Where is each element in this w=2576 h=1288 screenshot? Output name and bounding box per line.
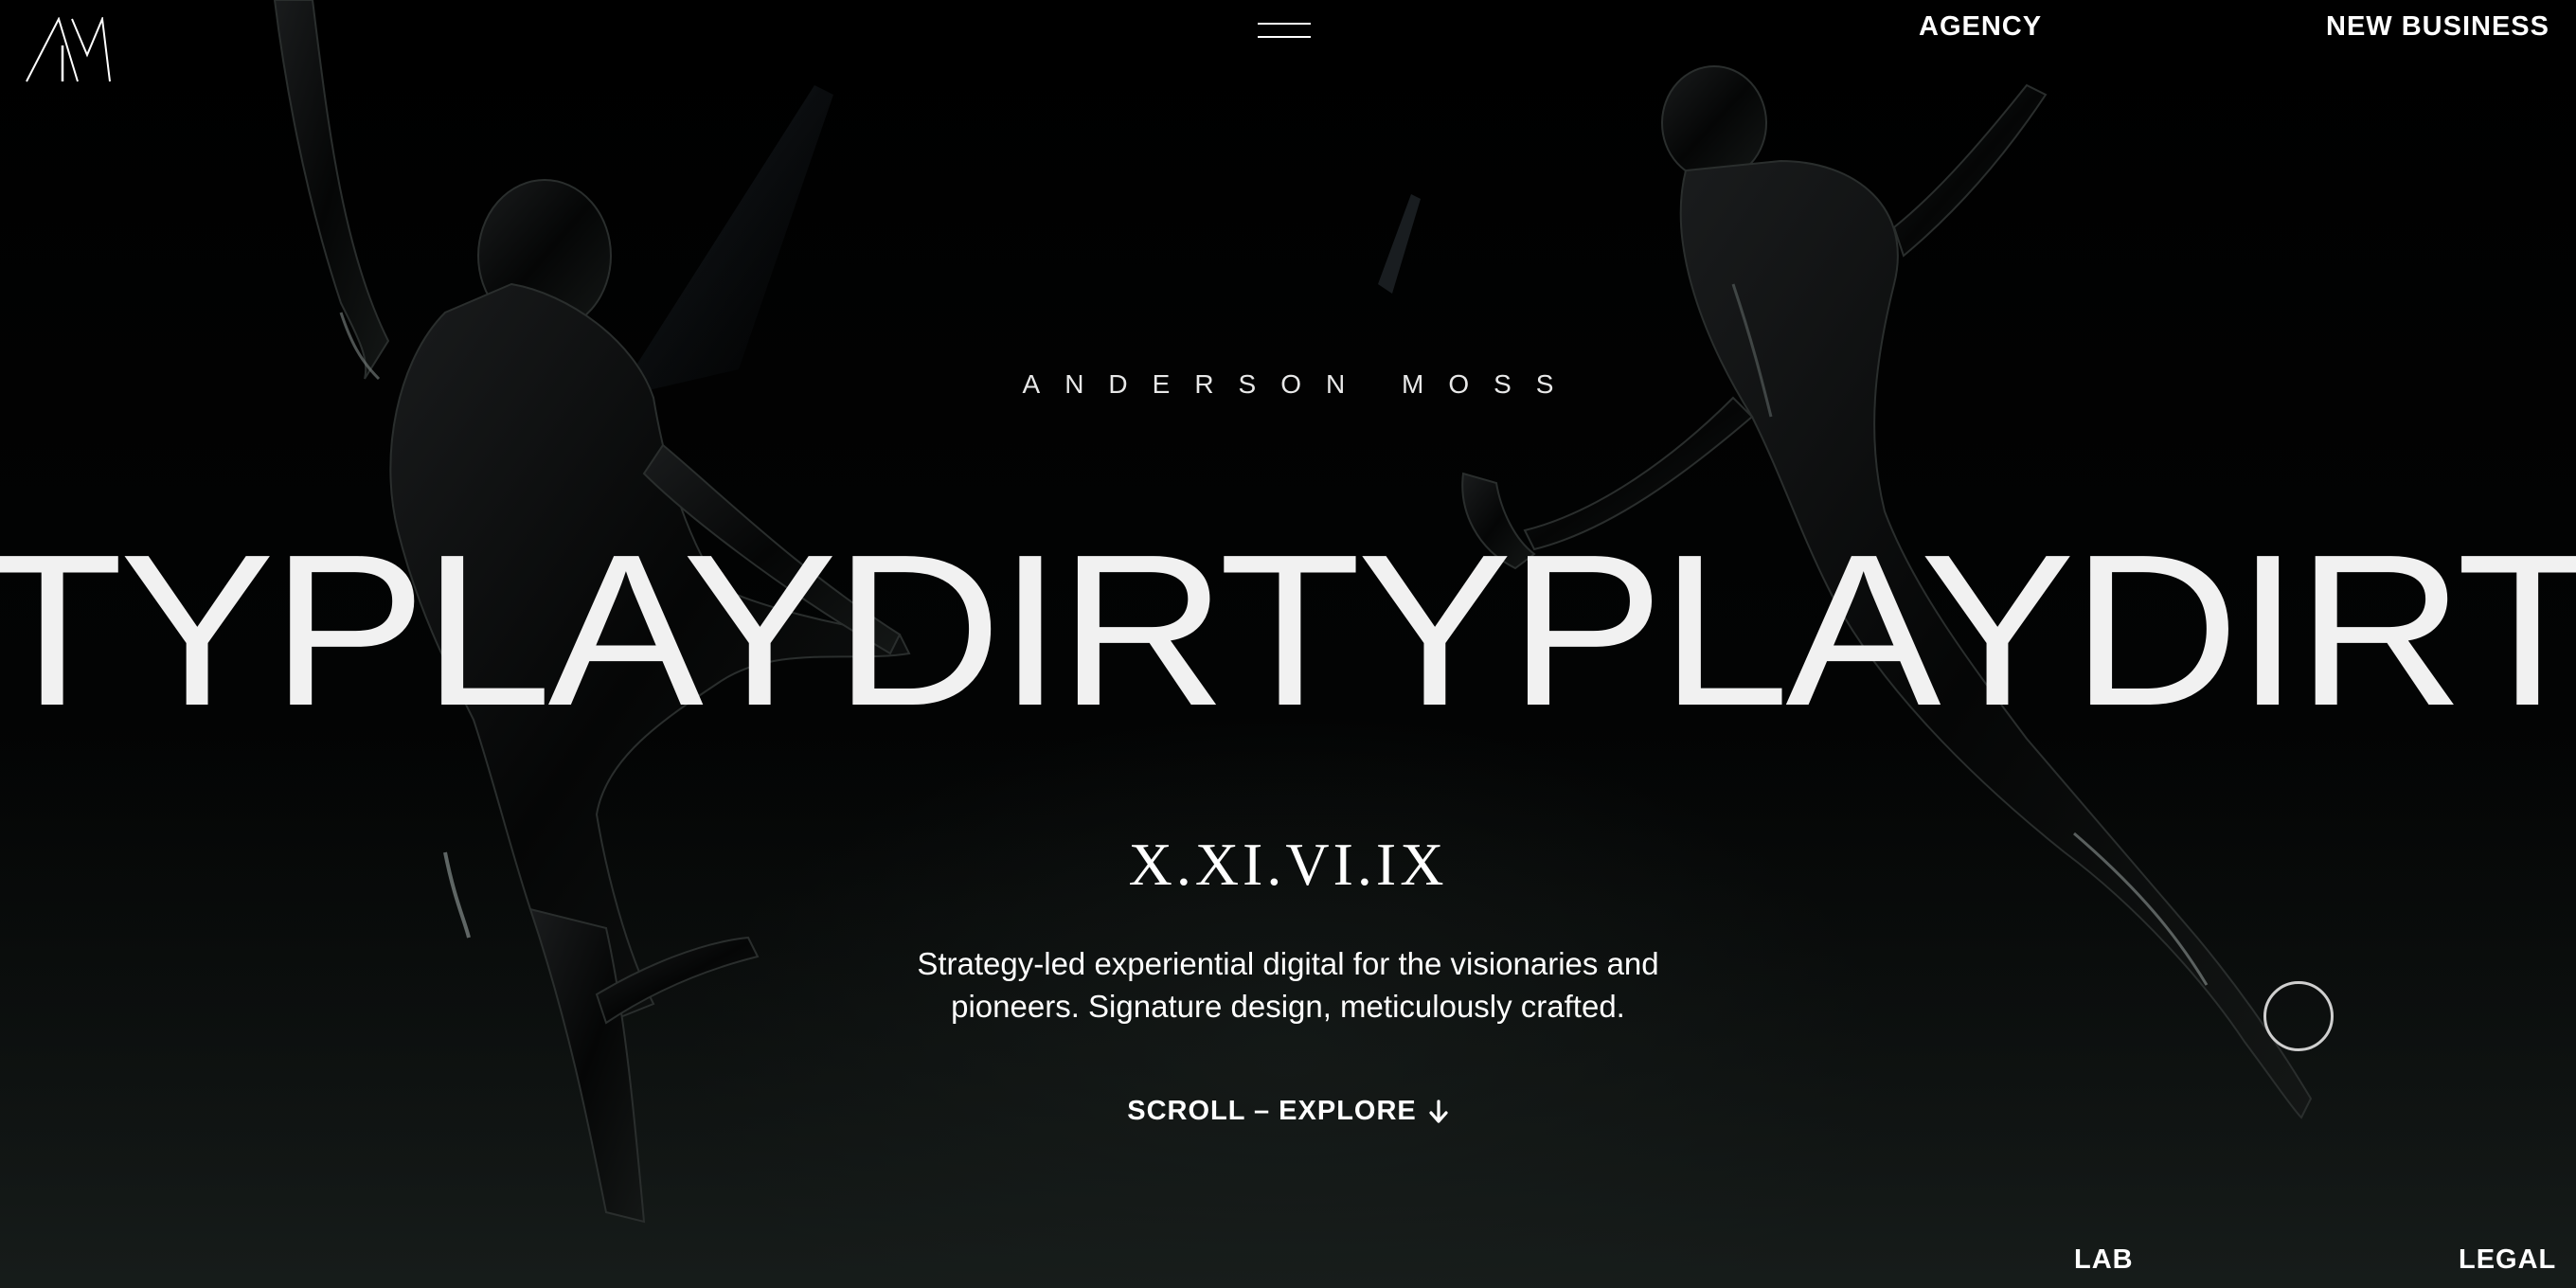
cursor-ring <box>2263 981 2334 1051</box>
nav-lab[interactable]: LAB <box>2074 1244 2134 1276</box>
marquee-text: TYPLAYDIRTYPLAYDIRTYPL <box>0 527 2576 735</box>
light-beam-small <box>1378 194 1421 294</box>
scroll-explore: SCROLL – EXPLORE <box>0 1096 2576 1127</box>
hamburger-icon[interactable] <box>1254 19 1315 44</box>
tagline: Strategy-led experiential digital for th… <box>814 942 1762 1028</box>
brand-name: ANDERSON MOSS <box>1022 369 1579 399</box>
scroll-explore-button[interactable]: SCROLL – EXPLORE <box>1127 1096 1449 1127</box>
light-beam <box>616 85 833 398</box>
nav-agency[interactable]: AGENCY <box>1919 11 2042 43</box>
arrow-down-icon <box>1429 1099 1448 1123</box>
nav-legal[interactable]: LEGAL <box>2459 1244 2556 1276</box>
headline-marquee: TYPLAYDIRTYPLAYDIRTYPL <box>0 527 2576 735</box>
menu-bar-bottom <box>1258 36 1311 38</box>
tagline-line-2: pioneers. Signature design, meticulously… <box>951 989 1625 1024</box>
tagline-line-1: Strategy-led experiential digital for th… <box>917 946 1659 981</box>
nav-new-business[interactable]: NEW BUSINESS <box>2326 11 2549 43</box>
menu-bar-top <box>1258 23 1311 25</box>
scroll-explore-label: SCROLL – EXPLORE <box>1127 1096 1417 1126</box>
roman-date: X.XI.VI.IX <box>1128 831 1448 898</box>
hero-stage: AGENCY NEW BUSINESS ANDERSON MOSS TYPLAY… <box>0 0 2576 1288</box>
logo[interactable] <box>25 17 114 83</box>
